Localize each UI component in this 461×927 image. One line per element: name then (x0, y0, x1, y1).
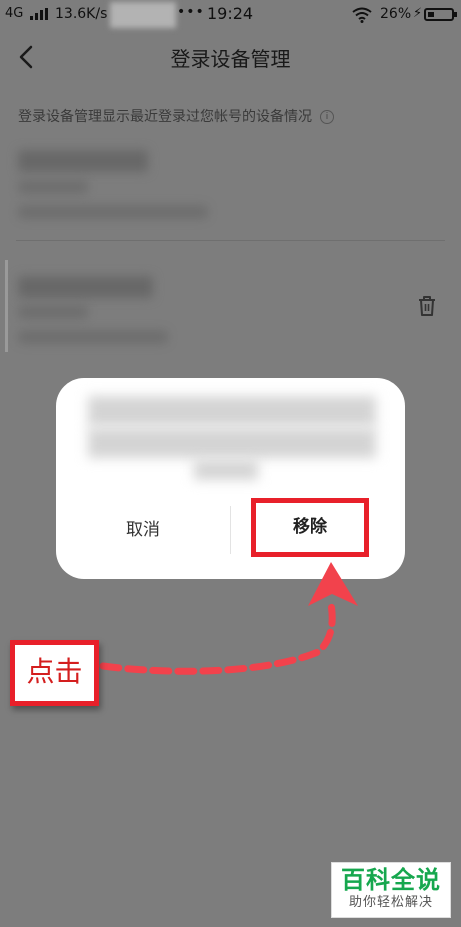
click-annotation-label: 点击 (10, 640, 99, 706)
watermark-title: 百科全说 (341, 866, 441, 894)
watermark-subtitle: 助你轻松解决 (348, 895, 433, 910)
annotation-arrow (99, 562, 358, 675)
watermark-logo: 百科全说 助你轻松解决 (331, 862, 451, 918)
device-management-screen: 4G 13.6K/s ••• 19:24 26% ⚡ 登录设备管理 登录设备管理… (0, 0, 461, 927)
